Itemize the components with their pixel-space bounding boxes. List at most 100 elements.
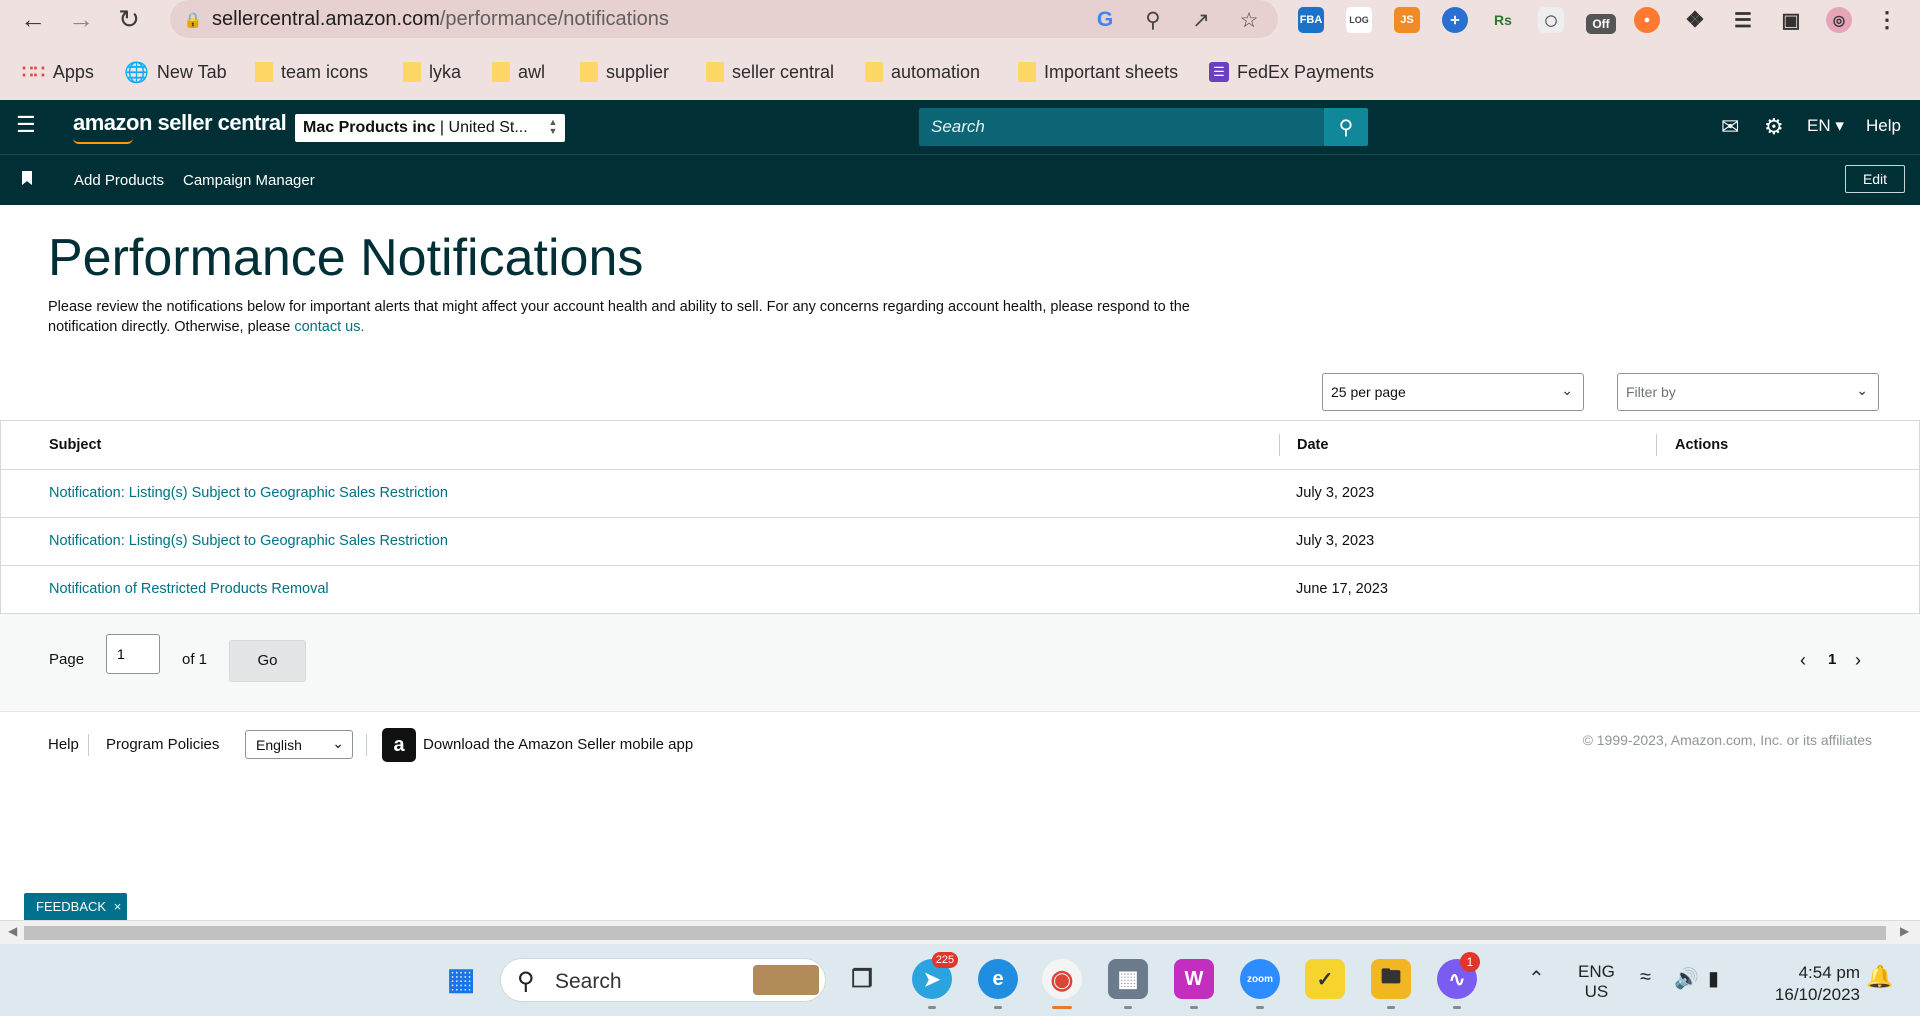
battery-icon[interactable]: ▮ <box>1708 966 1719 991</box>
firefox-extension-icon[interactable]: ● <box>1634 7 1660 33</box>
clock-date: 16/10/2023 <box>1774 985 1860 1004</box>
extension-icon[interactable]: ✛ <box>1442 7 1468 33</box>
page-number-input[interactable] <box>106 634 160 674</box>
notification-subject-link[interactable]: Notification: Listing(s) Subject to Geog… <box>49 533 448 549</box>
bookmark-important-sheets[interactable]: Important sheets <box>1018 58 1178 86</box>
file-explorer-icon[interactable]: 🖿 <box>1371 959 1411 999</box>
filter-select[interactable]: Filter by ⌄ <box>1617 373 1879 411</box>
amazon-app-icon[interactable]: a <box>382 728 416 762</box>
calculator-icon[interactable]: ▦ <box>1108 959 1148 999</box>
url-text[interactable]: sellercentral.amazon.com/performance/not… <box>212 8 669 31</box>
zoom-icon[interactable]: ⚲ <box>1140 7 1166 33</box>
address-bar[interactable]: 🔒 sellercentral.amazon.com/performance/n… <box>170 0 1278 38</box>
gear-icon[interactable]: ⚙ <box>1764 114 1784 140</box>
account-name: Mac Products inc <box>303 119 436 136</box>
profile-avatar[interactable]: ◎ <box>1826 7 1852 33</box>
contact-us-link[interactable]: contact us. <box>294 319 364 335</box>
scrollbar-thumb[interactable] <box>24 926 1886 940</box>
notification-subject-link[interactable]: Notification of Restricted Products Remo… <box>49 581 329 597</box>
footer-help-link[interactable]: Help <box>48 736 79 753</box>
page-number[interactable]: 1 <box>1828 651 1836 668</box>
footer-language-value: English <box>256 737 302 753</box>
bookmark-seller-central[interactable]: seller central <box>706 58 834 86</box>
google-icon[interactable]: G <box>1092 7 1118 33</box>
volume-icon[interactable]: 🔊 <box>1674 966 1699 991</box>
wifi-icon[interactable]: ≈ <box>1640 966 1651 989</box>
star-icon[interactable]: ☆ <box>1236 7 1262 33</box>
table-border <box>0 420 1 614</box>
off-extension-icon[interactable]: Off <box>1586 14 1616 34</box>
fba-extension-icon[interactable]: FBA <box>1298 7 1324 33</box>
footer-language-select[interactable]: English ⌄ <box>245 730 353 759</box>
bookmark-apps[interactable]: ∷∷ Apps <box>22 58 94 86</box>
side-panel-icon[interactable]: ▣ <box>1778 7 1804 33</box>
task-view-icon[interactable]: ❐ <box>842 959 882 999</box>
bookmark-lyka[interactable]: lyka <box>403 58 461 86</box>
sticky-notes-icon[interactable]: ✓ <box>1305 959 1345 999</box>
chrome-icon[interactable]: ◉ <box>1042 959 1082 999</box>
search-icon: ⚲ <box>1338 116 1354 139</box>
bookmark-label: awl <box>518 61 546 82</box>
bookmark-awl[interactable]: awl <box>492 58 545 86</box>
campaign-manager-link[interactable]: Campaign Manager <box>183 172 315 189</box>
bookmark-team-icons[interactable]: team icons <box>255 58 368 86</box>
copyright-text: © 1999-2023, Amazon.com, Inc. or its aff… <box>1582 732 1872 748</box>
add-products-link[interactable]: Add Products <box>74 172 164 189</box>
clock[interactable]: 4:54 pm 16/10/2023 <box>1760 962 1860 1006</box>
close-icon[interactable]: × <box>114 899 122 914</box>
login-extension-icon[interactable]: LOG <box>1346 7 1372 33</box>
horizontal-scrollbar[interactable]: ◀ ▶ <box>0 920 1920 944</box>
scroll-left-icon[interactable]: ◀ <box>8 924 17 938</box>
feedback-tab[interactable]: FEEDBACK × <box>24 893 127 920</box>
account-switcher[interactable]: Mac Products inc | United St... ▲ ▼ <box>295 114 565 142</box>
menu-icon[interactable]: ⋮ <box>1874 7 1900 33</box>
puzzle-icon[interactable]: ❖ <box>1682 7 1708 33</box>
notification-bell-icon[interactable]: 🔔 <box>1866 964 1893 990</box>
windows-start-icon[interactable]: ▦ <box>441 959 481 999</box>
per-page-select[interactable]: 25 per page ⌄ <box>1322 373 1584 411</box>
program-policies-link[interactable]: Program Policies <box>106 736 219 753</box>
help-link[interactable]: Help <box>1866 116 1901 136</box>
download-app-link[interactable]: Download the Amazon Seller mobile app <box>423 736 693 753</box>
running-indicator <box>1256 1006 1264 1009</box>
reload-icon[interactable]: ↻ <box>112 2 146 36</box>
share-icon[interactable]: ↗ <box>1188 7 1214 33</box>
edge-icon[interactable]: e <box>978 959 1018 999</box>
extension-icon[interactable]: ◯ <box>1538 7 1564 33</box>
bookmark-label: Apps <box>52 61 94 82</box>
chevron-left-icon[interactable]: ‹ <box>1800 650 1806 671</box>
bookmark-fedex-payments[interactable]: ☰ FedEx Payments <box>1209 58 1374 86</box>
notifications-table: Subject Date Actions Notification: Listi… <box>0 420 1920 613</box>
edit-button[interactable]: Edit <box>1845 165 1905 193</box>
reading-list-icon[interactable]: ☰ <box>1730 7 1756 33</box>
search-button[interactable]: ⚲ <box>1324 108 1368 146</box>
js-extension-icon[interactable]: JS <box>1394 7 1420 33</box>
scroll-right-icon[interactable]: ▶ <box>1900 924 1909 938</box>
bookmark-supplier[interactable]: supplier <box>580 58 669 86</box>
bookmark-new-tab[interactable]: 🌐 New Tab <box>124 58 227 86</box>
zoom-icon[interactable]: zoom <box>1240 959 1280 999</box>
language-selector[interactable]: EN ▾ <box>1807 116 1844 136</box>
chevron-right-icon[interactable]: › <box>1855 650 1861 671</box>
chevron-up-icon[interactable]: ⌃ <box>1528 966 1545 991</box>
go-button[interactable]: Go <box>229 640 306 682</box>
rs-extension-icon[interactable]: Rs <box>1490 7 1516 33</box>
mail-icon[interactable]: ✉ <box>1721 114 1739 140</box>
back-icon[interactable]: ← <box>16 2 50 36</box>
actions-column-header: Actions <box>1675 437 1729 453</box>
wps-icon[interactable]: W <box>1174 959 1214 999</box>
input-language[interactable]: ENG US <box>1578 962 1615 1002</box>
date-column-header[interactable]: Date <box>1297 437 1328 453</box>
lock-icon[interactable]: 🔒 <box>180 7 206 33</box>
bookmark-icon[interactable] <box>22 171 32 185</box>
forward-icon[interactable]: → <box>64 2 98 36</box>
page-label: Page <box>49 651 85 668</box>
filter-placeholder: Filter by <box>1626 384 1676 400</box>
bookmark-automation[interactable]: automation <box>865 58 980 86</box>
hamburger-menu-icon[interactable]: ☰ <box>16 114 38 136</box>
taskbar-search[interactable]: ⚲ Search <box>500 958 826 1002</box>
search-input[interactable]: Search <box>919 108 1324 146</box>
seller-central-logo[interactable]: amazon seller central <box>73 110 287 136</box>
notification-subject-link[interactable]: Notification: Listing(s) Subject to Geog… <box>49 485 448 501</box>
subject-column-header[interactable]: Subject <box>49 437 101 453</box>
